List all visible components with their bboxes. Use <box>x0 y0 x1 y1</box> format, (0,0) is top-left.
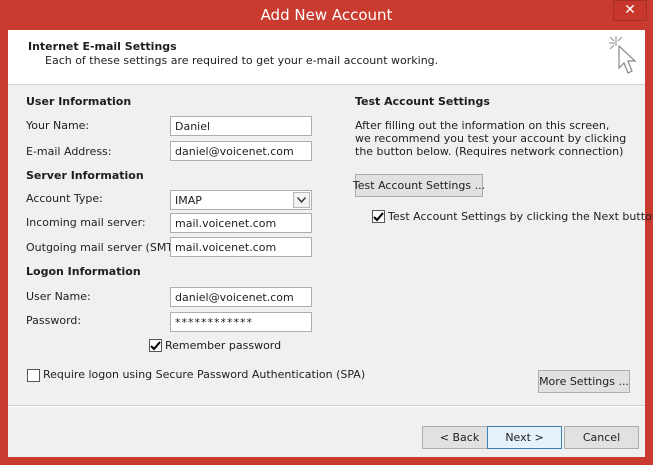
checkmark-icon <box>150 340 161 350</box>
test-on-next-checkbox[interactable] <box>372 210 385 223</box>
cancel-button[interactable]: Cancel <box>564 426 639 449</box>
add-account-window: Add New Account ✕ Internet E-mail Settin… <box>0 0 653 465</box>
your-name-label: Your Name: <box>26 119 90 132</box>
outgoing-server-input[interactable]: mail.voicenet.com <box>170 237 312 257</box>
test-settings-heading: Test Account Settings <box>355 95 490 108</box>
next-button[interactable]: Next > <box>487 426 562 449</box>
dialog-header: Internet E-mail Settings Each of these s… <box>8 30 645 85</box>
test-settings-description: After filling out the information on thi… <box>355 119 627 158</box>
spa-label[interactable]: Require logon using Secure Password Auth… <box>43 368 365 381</box>
server-info-heading: Server Information <box>26 169 144 182</box>
test-on-next-label[interactable]: Test Account Settings by clicking the Ne… <box>388 210 653 223</box>
your-name-input[interactable]: Daniel <box>170 116 312 136</box>
outgoing-server-label: Outgoing mail server (SMTP): <box>26 241 188 254</box>
email-input[interactable]: daniel@voicenet.com <box>170 141 312 161</box>
more-settings-button[interactable]: More Settings ... <box>538 370 630 393</box>
checkmark-icon <box>373 211 384 221</box>
account-type-select[interactable]: IMAP <box>170 190 312 210</box>
cursor-sparkle-icon <box>609 36 637 74</box>
footer-separator-highlight <box>8 406 645 407</box>
close-icon: ✕ <box>624 2 636 18</box>
account-type-label: Account Type: <box>26 192 103 205</box>
remember-password-label[interactable]: Remember password <box>165 339 281 352</box>
window-title: Add New Account <box>260 6 393 24</box>
chevron-down-icon[interactable] <box>293 192 310 208</box>
title-bar[interactable]: Add New Account ✕ <box>0 0 653 30</box>
password-label: Password: <box>26 314 82 327</box>
user-name-label: User Name: <box>26 290 91 303</box>
email-label: E-mail Address: <box>26 145 112 158</box>
logon-info-heading: Logon Information <box>26 265 141 278</box>
remember-password-checkbox[interactable] <box>149 339 162 352</box>
incoming-server-input[interactable]: mail.voicenet.com <box>170 213 312 233</box>
account-type-value: IMAP <box>175 194 202 207</box>
back-button[interactable]: < Back <box>422 426 497 449</box>
spa-checkbox[interactable] <box>27 369 40 382</box>
user-info-heading: User Information <box>26 95 132 108</box>
header-title: Internet E-mail Settings <box>28 40 177 53</box>
test-account-settings-button[interactable]: Test Account Settings ... <box>353 174 485 197</box>
password-input[interactable]: ************ <box>170 312 312 332</box>
close-button[interactable]: ✕ <box>613 0 647 21</box>
header-subtitle: Each of these settings are required to g… <box>45 54 439 67</box>
dialog-body: Internet E-mail Settings Each of these s… <box>8 30 653 457</box>
incoming-server-label: Incoming mail server: <box>26 216 146 229</box>
user-name-input[interactable]: daniel@voicenet.com <box>170 287 312 307</box>
